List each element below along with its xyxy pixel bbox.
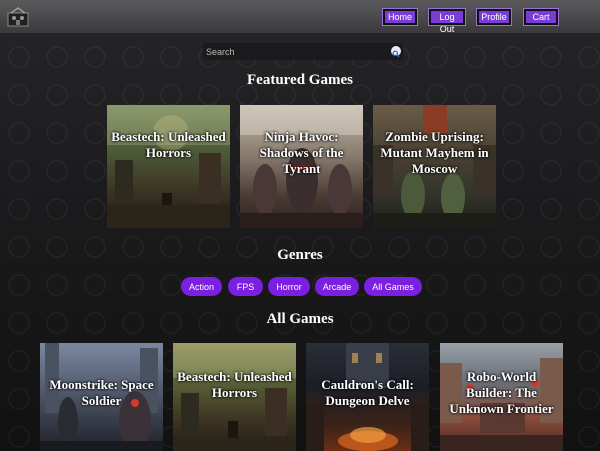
- genre-button-fps[interactable]: FPS: [228, 277, 263, 296]
- search-icon[interactable]: [391, 46, 401, 58]
- home-button[interactable]: Home: [382, 8, 418, 26]
- genre-button-horror[interactable]: Horror: [268, 277, 310, 296]
- genre-button-all-games[interactable]: All Games: [364, 277, 422, 296]
- logout-button[interactable]: Log Out: [428, 8, 466, 34]
- game-card[interactable]: Beastech: Unleashed Horrors: [173, 343, 296, 451]
- game-title: Robo-World Builder: The Unknown Frontier: [449, 369, 554, 416]
- game-title: Zombie Uprising: Mutant Mayhem in Moscow: [380, 129, 489, 176]
- profile-button[interactable]: Profile: [476, 8, 512, 26]
- search-bar: [203, 43, 403, 60]
- game-title: Beastech: Unleashed Horrors: [177, 369, 292, 400]
- featured-game-card[interactable]: Zombie Uprising: Mutant Mayhem in Moscow: [373, 105, 496, 228]
- top-nav: Home Log Out Profile Cart: [0, 8, 600, 34]
- game-title: Ninja Havoc: Shadows of the Tyrant: [259, 129, 344, 176]
- genre-button-arcade[interactable]: Arcade: [315, 277, 359, 296]
- cart-button[interactable]: Cart: [523, 8, 559, 26]
- game-title: Moonstrike: Space Soldier: [49, 377, 154, 408]
- game-title: Beastech: Unleashed Horrors: [111, 129, 226, 160]
- game-title: Cauldron's Call: Dungeon Delve: [321, 377, 414, 408]
- game-cover-image: [107, 105, 230, 228]
- genres-heading: Genres: [277, 247, 323, 263]
- game-card[interactable]: Robo-World Builder: The Unknown Frontier: [440, 343, 563, 451]
- featured-games-heading: Featured Games: [247, 72, 353, 88]
- search-input[interactable]: [206, 45, 386, 58]
- header-bar: Home Log Out Profile Cart: [0, 0, 600, 34]
- featured-game-card[interactable]: Beastech: Unleashed Horrors: [107, 105, 230, 228]
- genre-button-action[interactable]: Action: [181, 277, 222, 296]
- featured-game-card[interactable]: Ninja Havoc: Shadows of the Tyrant: [240, 105, 363, 228]
- game-card[interactable]: Cauldron's Call: Dungeon Delve: [306, 343, 429, 451]
- game-card[interactable]: Moonstrike: Space Soldier: [40, 343, 163, 451]
- all-games-heading: All Games: [266, 311, 334, 327]
